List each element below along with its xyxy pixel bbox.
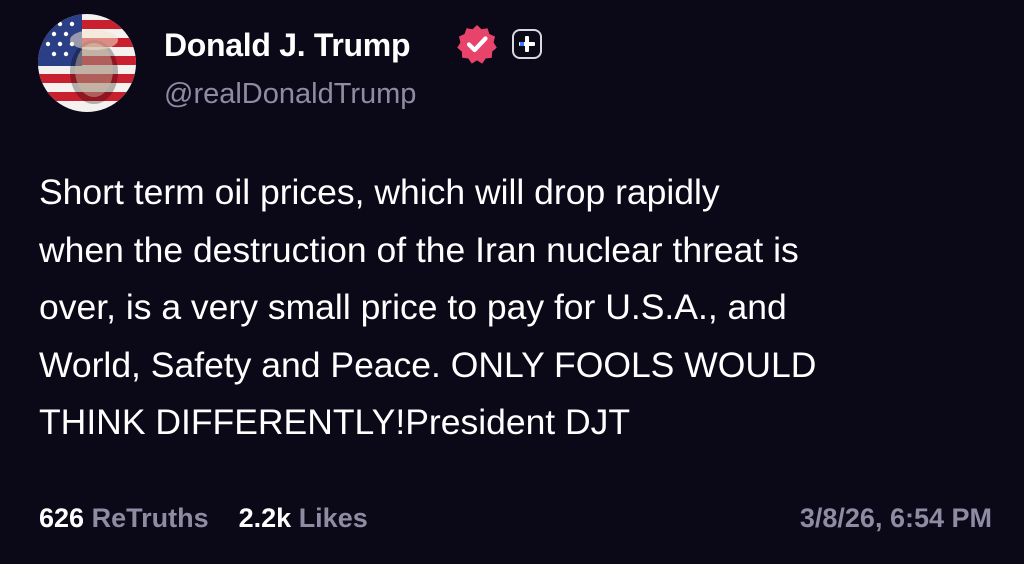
post-text-line: Short term oil prices, which will drop r… (39, 172, 720, 212)
author-handle[interactable]: @realDonaldTrump (164, 76, 416, 112)
retruths-stat[interactable]: 626 ReTruths (39, 501, 209, 535)
avatar-image (38, 14, 136, 112)
post-text: Short term oil prices, which will drop r… (39, 164, 999, 452)
likes-label: Likes (298, 503, 368, 533)
post-card: Donald J. Trump @realDonaldTrump Short t… (0, 0, 1024, 564)
post-timestamp: 3/8/26, 6:54 PM (799, 503, 992, 533)
retruths-label: ReTruths (91, 503, 209, 533)
post-text-line: World, Safety and Peace. ONLY FOOLS WOUL… (39, 344, 817, 385)
profile-avatar[interactable] (38, 14, 136, 112)
post-text-line: over, is a very small price to pay for U… (39, 287, 787, 327)
post-stats: 626 ReTruths 2.2k Likes (39, 501, 368, 535)
post-text-line: when the destruction of the Iran nuclear… (39, 229, 799, 270)
post-text-line: THINK DIFFERENTLY!President DJT (39, 402, 631, 442)
retruths-count: 626 (39, 503, 85, 533)
likes-count: 2.2k (238, 503, 292, 533)
verified-badge-icon (456, 23, 498, 65)
plus-badge-icon (512, 29, 542, 59)
likes-stat[interactable]: 2.2k Likes (239, 501, 368, 535)
author-display-name[interactable]: Donald J. Trump (164, 26, 411, 64)
